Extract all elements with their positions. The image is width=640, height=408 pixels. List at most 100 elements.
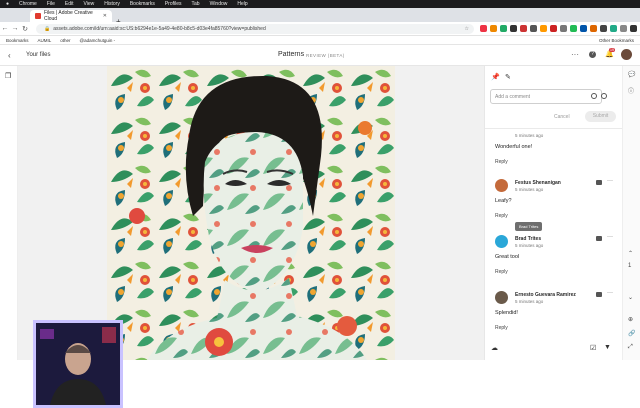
extension-icon[interactable] — [590, 25, 597, 32]
comment-input[interactable]: Add a comment — [490, 89, 602, 104]
back-chevron-icon[interactable]: ‹ — [8, 51, 11, 60]
pin-icon[interactable]: 📌 — [491, 73, 500, 81]
apple-icon[interactable]: ● — [6, 1, 9, 7]
scroll-up-icon[interactable]: ⌃ — [628, 250, 633, 257]
browser-tab-active[interactable]: Files | Adobe Creative Cloud ✕ — [30, 10, 112, 22]
menu-edit[interactable]: Edit — [65, 1, 74, 7]
extension-icon[interactable] — [550, 25, 557, 32]
other-bookmarks[interactable]: Other Bookmarks — [599, 38, 634, 43]
webcam-overlay — [33, 320, 123, 408]
bookmark-item[interactable]: AUMIL — [38, 38, 52, 43]
extension-icon[interactable] — [560, 25, 567, 32]
filter-icon[interactable]: ▼ — [604, 344, 611, 351]
scroll-down-icon[interactable]: ⌄ — [628, 294, 633, 301]
reply-link[interactable]: Reply — [495, 159, 508, 165]
macos-menu-bar: ● Chrome File Edit View History Bookmark… — [0, 0, 640, 8]
close-tab-icon[interactable]: ✕ — [103, 13, 107, 19]
comment-bubble-icon[interactable] — [596, 292, 602, 297]
your-files-link[interactable]: Your files — [26, 52, 50, 58]
comment-bubble-icon[interactable] — [596, 180, 602, 185]
extension-icon[interactable] — [600, 25, 607, 32]
bookmark-item[interactable]: @adamchutguin - — [80, 38, 116, 43]
menu-file[interactable]: File — [47, 1, 55, 7]
menu-view[interactable]: View — [84, 1, 95, 7]
comment-author: Ernesto Guevara Ramirez — [515, 292, 576, 298]
reload-icon[interactable]: ↻ — [20, 25, 30, 33]
reply-link[interactable]: Reply — [495, 325, 508, 331]
zoom-icon[interactable]: ⊕ — [628, 316, 633, 323]
fit-icon[interactable]: ⤢ — [628, 344, 633, 351]
info-icon[interactable]: ⓘ — [628, 86, 634, 95]
bookmark-item[interactable]: Bookmarks — [6, 38, 29, 43]
left-rail: ❐ — [0, 66, 18, 360]
page-indicator: 1 — [628, 263, 632, 269]
submit-button[interactable]: Submit — [585, 111, 616, 122]
extension-icon[interactable] — [500, 25, 507, 32]
extension-icon[interactable] — [610, 25, 617, 32]
reply-link[interactable]: Reply — [495, 213, 508, 219]
menu-tab[interactable]: Tab — [192, 1, 200, 7]
browser-tab-strip: Files | Adobe Creative Cloud ✕ + — [0, 8, 640, 26]
extension-icon[interactable] — [630, 25, 637, 32]
emoji-icon[interactable] — [591, 93, 597, 99]
link-icon[interactable]: 🔗 — [628, 330, 635, 337]
app-header: ‹ Your files Patterns REVIEW (BETA) ··· … — [0, 45, 640, 66]
review-badge: REVIEW (BETA) — [306, 53, 345, 58]
comment-text: Great tool — [495, 254, 520, 260]
bookmark-item[interactable]: other — [60, 38, 70, 43]
user-avatar[interactable] — [621, 49, 632, 60]
menu-bookmarks[interactable]: Bookmarks — [130, 1, 155, 7]
more-options-icon[interactable]: ··· — [607, 234, 613, 240]
artwork-image[interactable] — [107, 66, 395, 360]
menu-help[interactable]: Help — [237, 1, 247, 7]
presenter-video — [36, 323, 120, 405]
extension-icon[interactable] — [520, 25, 527, 32]
menu-chrome[interactable]: Chrome — [19, 1, 37, 7]
tooltip: Brad Trites — [515, 222, 543, 231]
url-text: assets.adobe.com/id/urn:aaid:sc:US:b6294… — [53, 26, 266, 32]
check-filter-icon[interactable]: ☑ — [590, 344, 596, 352]
menu-window[interactable]: Window — [210, 1, 228, 7]
comments-icon[interactable]: 💬 — [628, 71, 635, 78]
forward-arrow-icon[interactable]: → — [10, 25, 20, 32]
panel-footer-tools: ☁ ☑ ▼ — [485, 342, 622, 360]
back-arrow-icon[interactable]: ← — [0, 25, 10, 32]
extension-icon[interactable] — [540, 25, 547, 32]
comment-placeholder: Add a comment — [495, 93, 531, 100]
help-icon[interactable]: ? — [589, 51, 596, 58]
adobe-favicon-icon — [35, 13, 41, 19]
comment-item: Festus Shenanigan 5 minutes ago ··· Leaf… — [485, 178, 622, 235]
more-options-icon[interactable]: ··· — [607, 178, 613, 184]
url-field[interactable]: 🔒 assets.adobe.com/id/urn:aaid:sc:US:b62… — [36, 24, 474, 34]
comment-item: 5 minutes ago Wonderful one! Reply — [485, 125, 622, 181]
comment-time: 5 minutes ago — [515, 243, 544, 248]
extension-icon[interactable] — [530, 25, 537, 32]
tab-title: Files | Adobe Creative Cloud — [44, 10, 93, 22]
reply-link[interactable]: Reply — [495, 269, 508, 275]
cancel-button[interactable]: Cancel — [554, 114, 570, 120]
menu-profiles[interactable]: Profiles — [165, 1, 182, 7]
comment-text: Leafy? — [495, 198, 512, 204]
extension-icon[interactable] — [580, 25, 587, 32]
bookmark-star-icon[interactable]: ☆ — [465, 26, 469, 32]
comment-item: Ernesto Guevara Ramirez 5 minutes ago ··… — [485, 290, 622, 347]
mention-icon[interactable] — [601, 93, 607, 99]
extension-icon[interactable] — [620, 25, 627, 32]
comment-time: 5 minutes ago — [515, 133, 544, 138]
extension-icon[interactable] — [480, 25, 487, 32]
more-options-icon[interactable]: ··· — [607, 290, 613, 296]
extension-icon[interactable] — [510, 25, 517, 32]
comment-bubble-icon[interactable] — [596, 236, 602, 241]
extension-icon[interactable] — [570, 25, 577, 32]
comment-time: 5 minutes ago — [515, 187, 544, 192]
cloud-icon[interactable]: ☁ — [491, 344, 498, 352]
pencil-icon[interactable]: ✎ — [505, 73, 511, 81]
comment-time: 5 minutes ago — [515, 299, 544, 304]
canvas-area — [18, 66, 484, 408]
comment-text: Splendid! — [495, 310, 518, 316]
menu-history[interactable]: History — [104, 1, 120, 7]
more-options-icon[interactable]: ··· — [571, 50, 579, 59]
extensions-bar: ⋮ — [480, 25, 640, 32]
extension-icon[interactable] — [490, 25, 497, 32]
copy-icon[interactable]: ❐ — [5, 72, 11, 80]
